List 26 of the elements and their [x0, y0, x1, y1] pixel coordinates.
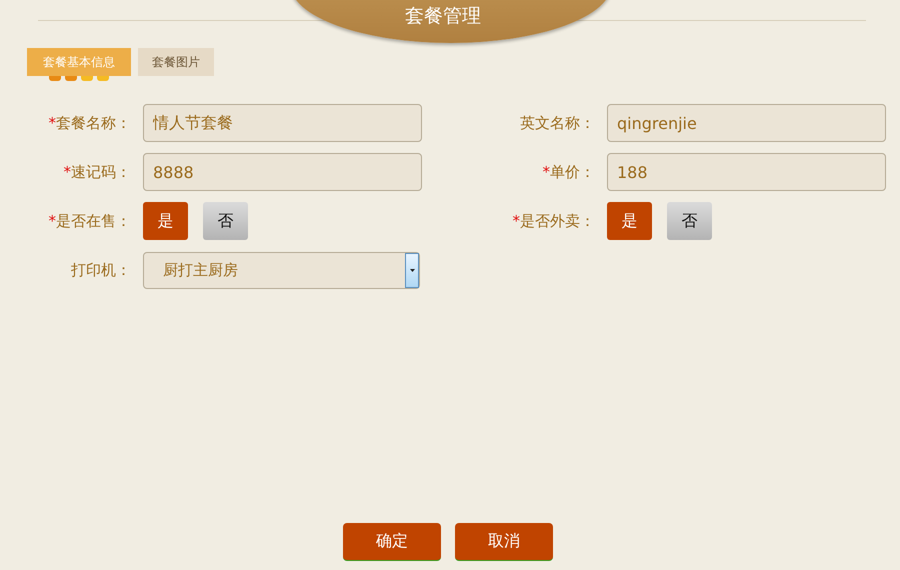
field-label: 打印机： [71, 260, 131, 280]
required-mark: * [48, 212, 56, 230]
input-field[interactable]: 188 [607, 153, 886, 191]
tab[interactable]: 套餐图片 [138, 48, 214, 76]
action-button[interactable]: 取消 [455, 523, 553, 561]
toggle-option[interactable]: 是 [143, 202, 188, 240]
field-label: 英文名称： [520, 114, 595, 132]
field-label: 速记码： [71, 162, 131, 182]
required-mark: * [512, 212, 520, 230]
action-button[interactable]: 确定 [343, 523, 441, 561]
tab-indicator-icon [49, 76, 109, 81]
toggle-option[interactable]: 否 [203, 202, 248, 240]
page-title: 套餐管理 [405, 5, 481, 27]
field-label: 套餐名称： [56, 114, 131, 132]
caret-icon [410, 268, 414, 272]
required-mark: * [48, 114, 56, 132]
required-mark: * [64, 162, 71, 180]
field-label: 单价： [550, 162, 595, 182]
field-label: 是否在售： [56, 212, 131, 230]
input-field[interactable]: 8888 [143, 153, 422, 191]
toggle-option[interactable]: 是 [607, 202, 652, 240]
input-field[interactable]: qingrenjie [607, 104, 886, 142]
dropdown[interactable]: 厨打主厨房 [143, 252, 420, 288]
required-mark: * [542, 162, 550, 180]
field-label: 是否外卖： [520, 212, 595, 230]
toggle-option[interactable]: 否 [667, 202, 712, 240]
